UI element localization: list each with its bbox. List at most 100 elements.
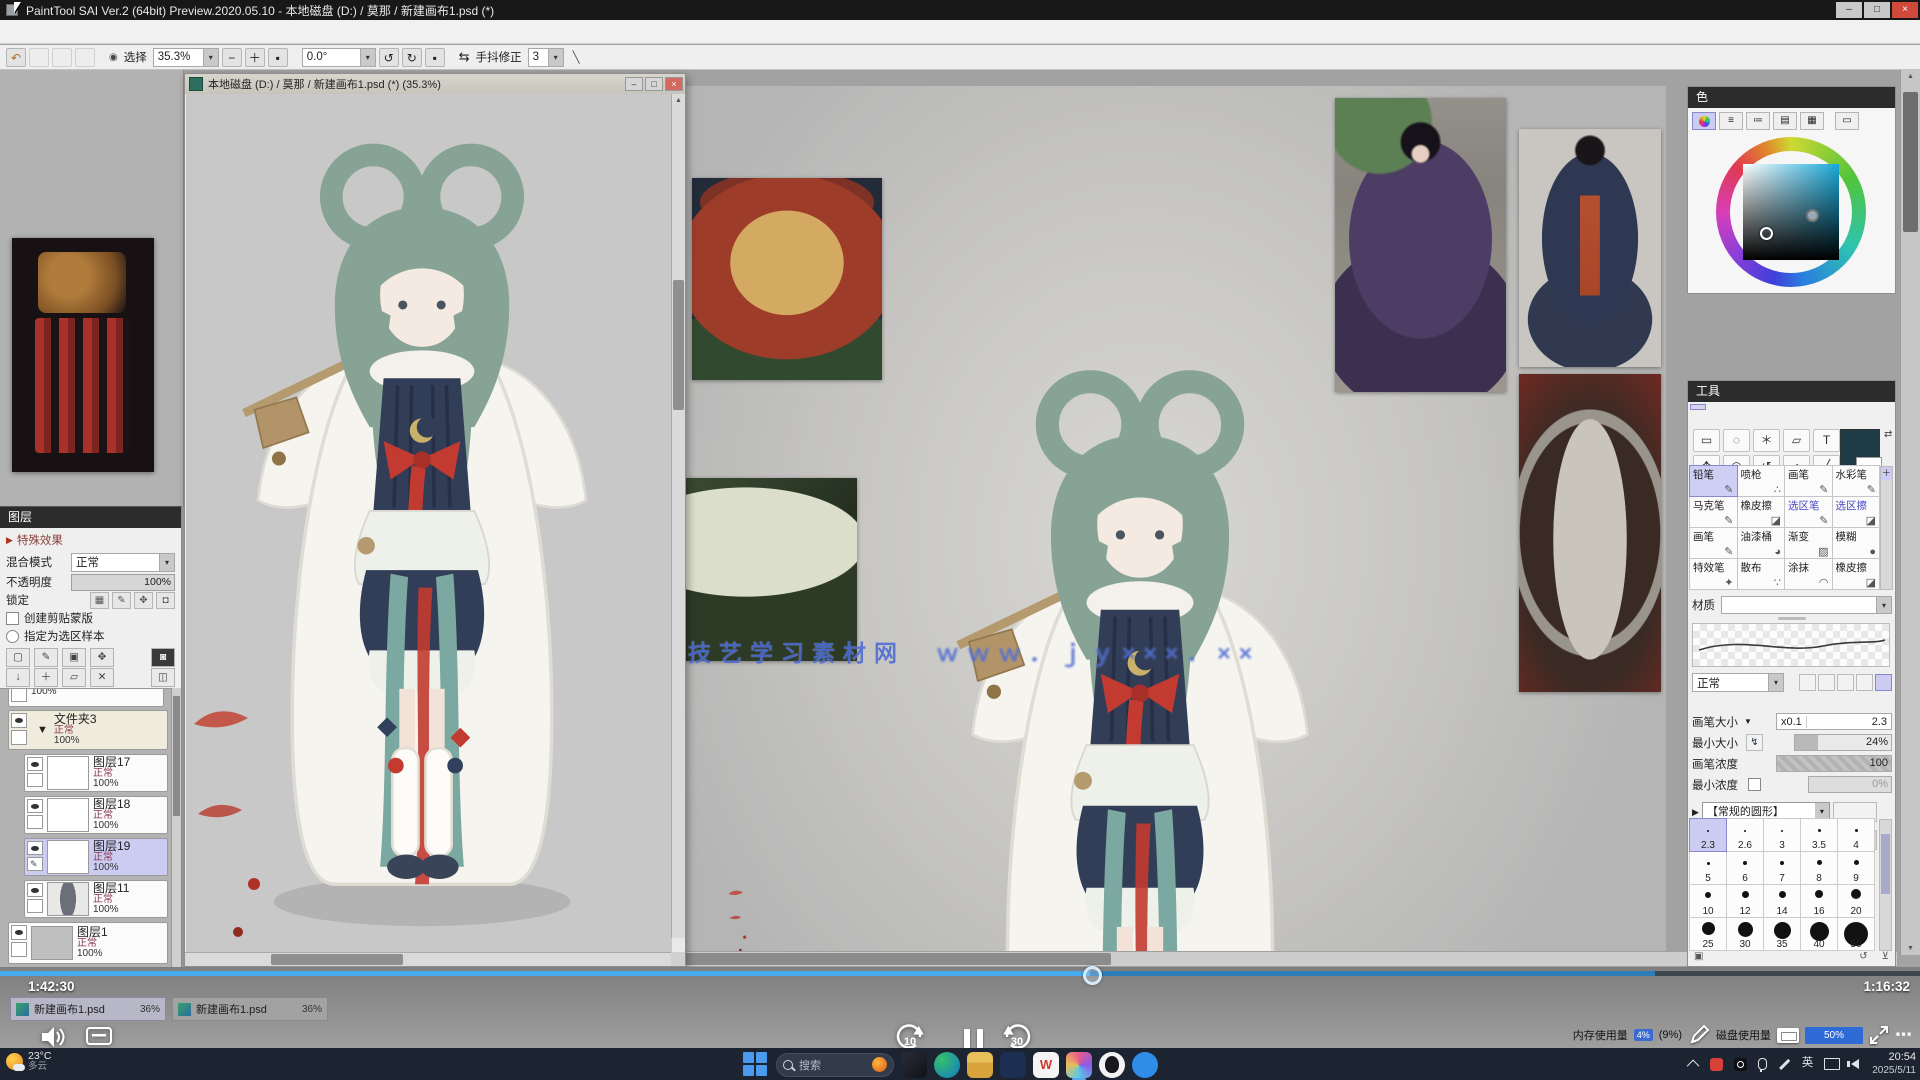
scroll-up-icon[interactable]: ▲ [1901, 70, 1920, 83]
taskbar-clock[interactable]: 20:54 2025/5/11 [1872, 1051, 1916, 1076]
lock-pencil-icon[interactable]: ✎ [112, 592, 131, 609]
scroll-up-icon[interactable]: ▲ [672, 94, 685, 107]
图层1[interactable]: ✎ ▼ 图层1 正常 100% [8, 922, 168, 964]
player-timeline[interactable] [0, 971, 1920, 976]
more-options-icon[interactable]: ⋯ [1895, 1025, 1914, 1045]
angle-combo[interactable]: 0.0° ▾ [302, 48, 376, 67]
brush-size-option[interactable]: 50 [1837, 917, 1875, 951]
select-tool[interactable]: ▭ [1693, 429, 1720, 452]
size-grid-scrollbar[interactable] [1879, 819, 1892, 951]
qq[interactable] [1099, 1052, 1125, 1078]
brush-size-option[interactable]: 5 [1689, 851, 1727, 885]
color-options-icon[interactable]: ▭ [1835, 112, 1859, 130]
new-layer-button[interactable]: ▢ [6, 648, 30, 667]
brush-size-option[interactable]: 4 [1837, 818, 1875, 852]
screencast-icon[interactable] [1777, 1028, 1799, 1043]
rotate-reset-button[interactable]: ▪ [425, 48, 445, 67]
clipping-mask-checkbox[interactable] [6, 612, 19, 625]
ime-indicator[interactable]: 英 [1802, 1058, 1814, 1070]
layer-sub-toggle[interactable]: ✎ [27, 899, 43, 913]
图层19[interactable]: ✎ ▼ 图层19 正常 100% [24, 838, 168, 876]
material-select[interactable]: ▾ [1721, 596, 1892, 614]
brush-size-option[interactable]: 30 [1726, 917, 1764, 951]
tool-tab[interactable] [1738, 404, 1754, 410]
brush-tool[interactable]: 渐变 ▨ [1784, 527, 1833, 559]
reset-brush-icon[interactable]: ↺ [1859, 951, 1867, 962]
opacity-slider[interactable]: 100% [71, 574, 175, 591]
brush-size-option[interactable]: 20 [1837, 884, 1875, 918]
minimize-button[interactable]: – [1836, 2, 1862, 18]
chevron-down-icon[interactable]: ▾ [1768, 674, 1783, 691]
min-size-slider[interactable]: 24% [1794, 734, 1892, 751]
lasso-tool[interactable]: ◌ [1723, 429, 1750, 452]
brush-size-option[interactable]: 3 [1763, 818, 1801, 852]
brush-tool[interactable]: 马克笔 ✎ [1689, 496, 1738, 528]
document-canvas[interactable] [186, 94, 672, 952]
add-brush-button[interactable]: ＋ [1881, 467, 1892, 480]
新建画布1.psd[interactable]: 新建画布1.psd 36% [10, 997, 166, 1021]
flip-icon[interactable]: ⇆ [459, 49, 470, 65]
brush-size-field[interactable]: x0.1 2.3 [1776, 713, 1892, 730]
timeline-handle[interactable] [1083, 966, 1102, 985]
brush-size-option[interactable]: 25 [1689, 917, 1727, 951]
pen-icon[interactable] [1779, 1059, 1790, 1070]
brush-size-option[interactable]: 7 [1763, 851, 1801, 885]
color-wheel-icon[interactable] [1692, 112, 1716, 130]
brush-grid-scrollbar[interactable]: ＋ [1880, 466, 1893, 590]
start-button[interactable] [742, 1051, 769, 1078]
document-horizontal-scrollbar[interactable] [185, 952, 672, 966]
weather-widget[interactable]: 23°C 多云 [6, 1050, 51, 1073]
link-size-button[interactable]: ↯ [1746, 734, 1763, 751]
chevron-down-icon[interactable]: ▾ [159, 554, 174, 571]
microphone-icon[interactable] [1758, 1058, 1767, 1070]
min-density-checkbox[interactable] [1748, 778, 1761, 791]
visibility-toggle[interactable] [11, 713, 27, 728]
shape-tool[interactable]: ▱ [1783, 429, 1810, 452]
chevron-down-icon[interactable]: ▾ [203, 49, 218, 66]
scrollbar-thumb[interactable] [173, 696, 180, 816]
brush-tool[interactable]: 散布 ∵ [1737, 558, 1786, 590]
special-effects-row[interactable]: ▶ 特殊效果 [0, 532, 181, 548]
copy-layer-button[interactable]: ▱ [62, 668, 86, 687]
tool-tab[interactable] [1722, 404, 1738, 410]
expand-icon[interactable]: ▶ [1692, 807, 1699, 818]
zoom-in-button[interactable]: ＋ [245, 48, 265, 67]
history-button-2[interactable] [75, 48, 95, 67]
brush-tip-shape[interactable] [1875, 674, 1892, 691]
brush-size-option[interactable]: 40 [1800, 917, 1838, 951]
fullscreen-toggle-icon[interactable] [1869, 1025, 1889, 1045]
brush-size-option[interactable]: 35 [1763, 917, 1801, 951]
layer-sub-toggle[interactable]: ✎ [27, 857, 43, 871]
brush-tool[interactable]: 铅笔 ✎ [1689, 465, 1738, 497]
图层17[interactable]: ✎ ▼ 图层17 正常 100% [24, 754, 168, 792]
new-mask-button[interactable]: ▣ [62, 648, 86, 667]
layer-sub-toggle[interactable] [11, 688, 27, 702]
visibility-toggle[interactable] [27, 757, 43, 771]
save-brush-icon[interactable]: ⊻ [1882, 951, 1889, 962]
blend-mode-select[interactable]: 正常 ▾ [71, 553, 175, 572]
brush-tip-shape[interactable] [1799, 674, 1816, 691]
scrollbar-thumb[interactable] [271, 954, 403, 965]
saturation-value-square[interactable] [1743, 164, 1839, 260]
brush-tool[interactable]: 选区笔 ✎ [1784, 496, 1833, 528]
rotate-cw-button[interactable]: ↻ [402, 48, 422, 67]
combine-button[interactable]: ◫ [151, 668, 175, 687]
document-window[interactable]: 本地磁盘 (D:) / 莫那 / 新建画布1.psd (*) (35.3%) –… [184, 73, 686, 967]
add-layer-button[interactable]: ＋ [34, 668, 58, 687]
scrollbar-thumb[interactable] [1881, 834, 1890, 894]
layer-sub-toggle[interactable]: ✎ [27, 773, 43, 787]
layer-sub-toggle[interactable]: ✎ [11, 730, 27, 745]
brush-size-option[interactable]: 9 [1837, 851, 1875, 885]
brush-size-option[interactable]: 14 [1763, 884, 1801, 918]
新建画布1.psd[interactable]: 新建画布1.psd 36% [172, 997, 328, 1021]
history-button[interactable] [52, 48, 72, 67]
sv-cursor[interactable] [1760, 227, 1773, 240]
chat-panel-icon[interactable] [86, 1025, 112, 1049]
scrollbar-thumb[interactable] [673, 280, 684, 410]
brush-tool[interactable]: 画笔 ✎ [1689, 527, 1738, 559]
stabilizer-combo[interactable]: 3 ▾ [528, 48, 564, 67]
layers-scrollbar[interactable] [171, 688, 181, 967]
tim[interactable] [1132, 1052, 1158, 1078]
document-vertical-scrollbar[interactable]: ▲ [671, 94, 685, 938]
explorer[interactable] [967, 1052, 993, 1078]
